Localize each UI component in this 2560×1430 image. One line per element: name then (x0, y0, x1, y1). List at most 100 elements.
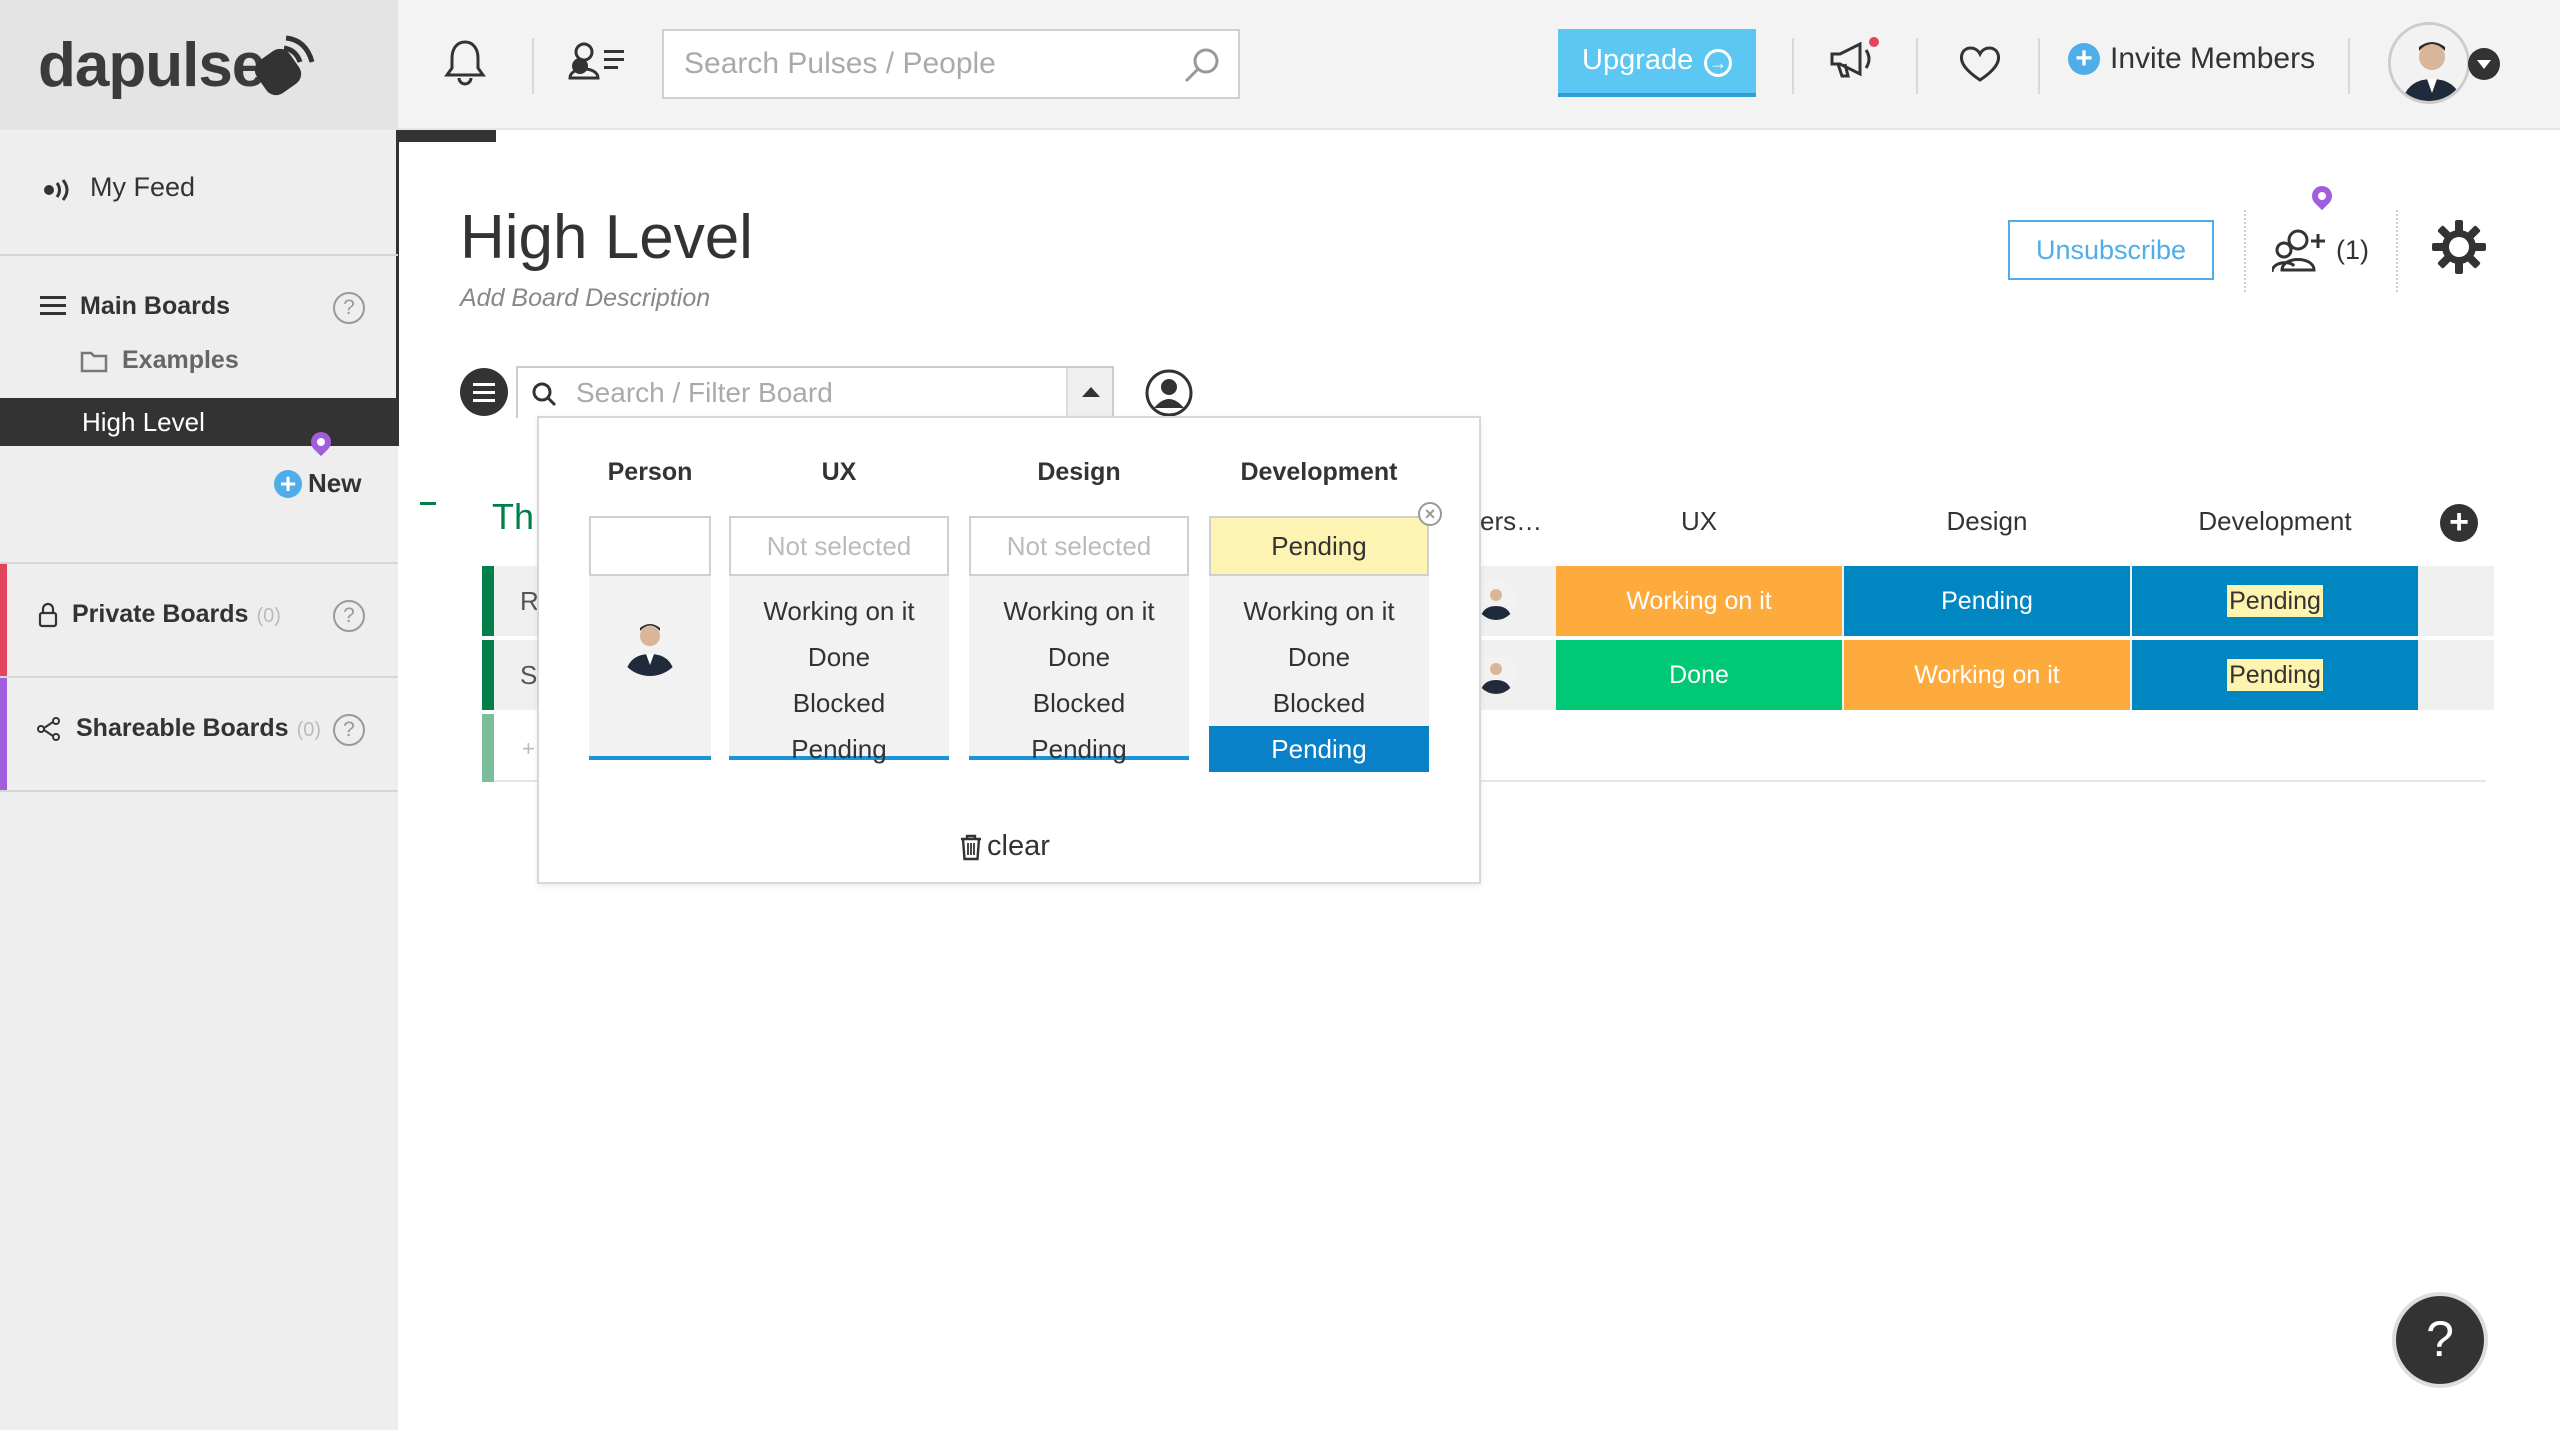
private-boards-label: Private Boards (72, 600, 249, 628)
filter-option[interactable]: Done (969, 634, 1189, 680)
status-cell-design[interactable]: Pending (1844, 566, 2130, 636)
search-highlight: Pending (2227, 585, 2323, 617)
filter-option[interactable]: Blocked (729, 680, 949, 726)
menu-lines-icon (473, 391, 495, 394)
main-boards-title[interactable]: Main Boards (80, 292, 230, 321)
board-label: High Level (82, 407, 205, 437)
filter-placeholder: Search / Filter Board (576, 377, 833, 408)
avatar[interactable] (1476, 580, 1516, 620)
status-cell-development[interactable]: Pending (2132, 640, 2418, 710)
collapse-filter-button[interactable] (1066, 368, 1112, 418)
column-header-ux[interactable]: UX (1556, 506, 1842, 537)
shareable-boards-accent (0, 678, 7, 790)
filter-option[interactable]: Pending (969, 726, 1189, 772)
sidebar: dapulse My Feed Main Boards ? Examples H… (0, 0, 399, 1430)
filter-option[interactable]: Working on it (1209, 588, 1429, 634)
sidebar-item-high-level[interactable]: High Level (0, 398, 398, 446)
help-button[interactable]: ? (2392, 1292, 2488, 1388)
upgrade-button[interactable]: Upgrade → (1558, 29, 1756, 97)
shareable-boards-help-icon[interactable]: ? (333, 714, 365, 746)
gear-icon[interactable] (2430, 218, 2488, 276)
row-name[interactable]: R (520, 586, 539, 617)
upgrade-label: Upgrade (1582, 44, 1694, 76)
my-feed-item[interactable]: My Feed (0, 150, 398, 230)
column-header-person[interactable]: ers… (1480, 506, 1550, 537)
filter-column-header: UX (821, 458, 857, 486)
private-boards-help-icon[interactable]: ? (333, 600, 365, 632)
avatar[interactable] (2388, 22, 2470, 104)
heart-icon[interactable] (1958, 44, 2002, 84)
row-color-bar (482, 640, 494, 710)
divider (0, 254, 398, 256)
filter-option[interactable]: Blocked (969, 680, 1189, 726)
status-cell-development[interactable]: Pending (2132, 566, 2418, 636)
filter-column-development: Development Pending Working on it Done B… (1209, 458, 1429, 772)
divider (2038, 38, 2040, 94)
private-boards-accent (0, 564, 7, 676)
invite-label: Invite Members (2110, 42, 2316, 75)
filter-selected-value[interactable]: Not selected (969, 516, 1189, 576)
logo[interactable]: dapulse (38, 30, 266, 101)
filter-option-selected[interactable]: Pending (1209, 726, 1429, 772)
person-circle-icon[interactable] (1144, 368, 1194, 418)
filter-option[interactable]: Done (729, 634, 949, 680)
filter-options-list: Working on it Done Blocked Pending (1209, 576, 1429, 772)
invite-members-button[interactable]: + Invite Members (2068, 42, 2315, 76)
main-boards-help-icon[interactable]: ? (333, 292, 365, 324)
bell-icon[interactable] (444, 38, 486, 88)
search-icon[interactable] (1182, 45, 1222, 85)
board-members-button[interactable]: (1) (2272, 226, 2369, 274)
top-bar: Search Pulses / People Upgrade → + Invit… (398, 0, 2560, 130)
status-cell-ux[interactable]: Done (1556, 640, 1842, 710)
megaphone-icon[interactable] (1828, 36, 1882, 84)
avatar-image (2391, 25, 2467, 101)
folder-examples[interactable]: Examples (80, 346, 239, 375)
filter-board-input[interactable]: Search / Filter Board (516, 366, 1114, 418)
menu-lines-icon (40, 296, 66, 315)
new-board-button[interactable]: + New (274, 468, 361, 499)
filter-option[interactable]: Blocked (1209, 680, 1429, 726)
clear-selection-icon[interactable]: × (1418, 502, 1442, 526)
person-option[interactable] (617, 610, 683, 676)
new-label: New (308, 468, 362, 498)
filter-selected-value[interactable]: Not selected (729, 516, 949, 576)
filter-dropdown: Person UX Not selected Working on it Don… (537, 416, 1481, 884)
filter-selected-value[interactable] (589, 516, 711, 576)
status-cell-ux[interactable]: Working on it (1556, 566, 1842, 636)
filter-selected-value[interactable]: Pending (1209, 516, 1429, 576)
trash-icon (961, 834, 981, 860)
avatar[interactable] (1476, 654, 1516, 694)
people-list-icon[interactable] (568, 40, 628, 84)
plus-circle-icon: + (2068, 43, 2100, 75)
lock-icon (38, 602, 58, 628)
add-column-button[interactable]: + (2440, 504, 2478, 542)
filter-column-header: Development (1240, 458, 1398, 486)
clear-filters-button[interactable]: clear (959, 830, 1050, 863)
column-header-development[interactable]: Development (2132, 506, 2418, 537)
shareable-boards-label: Shareable Boards (76, 714, 289, 742)
filter-option[interactable]: Working on it (969, 588, 1189, 634)
filter-options-list: Working on it Done Blocked Pending (969, 576, 1189, 764)
filter-option[interactable]: Done (1209, 634, 1429, 680)
caret-down-icon[interactable] (2468, 48, 2500, 80)
collapse-group-icon[interactable] (420, 502, 436, 505)
share-icon (37, 717, 60, 741)
board-description[interactable]: Add Board Description (460, 284, 710, 313)
board-menu-button[interactable] (460, 368, 508, 416)
filter-column-ux: UX Not selected Working on it Done Block… (729, 458, 949, 764)
unsubscribe-button[interactable]: Unsubscribe (2008, 220, 2214, 280)
menu-lines-icon (473, 399, 495, 402)
search-input[interactable]: Search Pulses / People (662, 29, 1240, 99)
row-name[interactable]: S (520, 660, 537, 691)
group-title[interactable]: Th (492, 496, 534, 538)
shareable-boards-count: (0) (296, 719, 322, 741)
filter-option[interactable]: Working on it (729, 588, 949, 634)
divider (0, 676, 398, 678)
private-boards-title[interactable]: Private Boards (0) (72, 600, 281, 629)
filter-option[interactable]: Pending (729, 726, 949, 772)
column-header-design[interactable]: Design (1844, 506, 2130, 537)
filter-column-header: Design (1037, 458, 1121, 486)
status-cell-design[interactable]: Working on it (1844, 640, 2130, 710)
shareable-boards-title[interactable]: Shareable Boards (0) (76, 714, 321, 743)
page-title[interactable]: High Level (460, 202, 753, 273)
